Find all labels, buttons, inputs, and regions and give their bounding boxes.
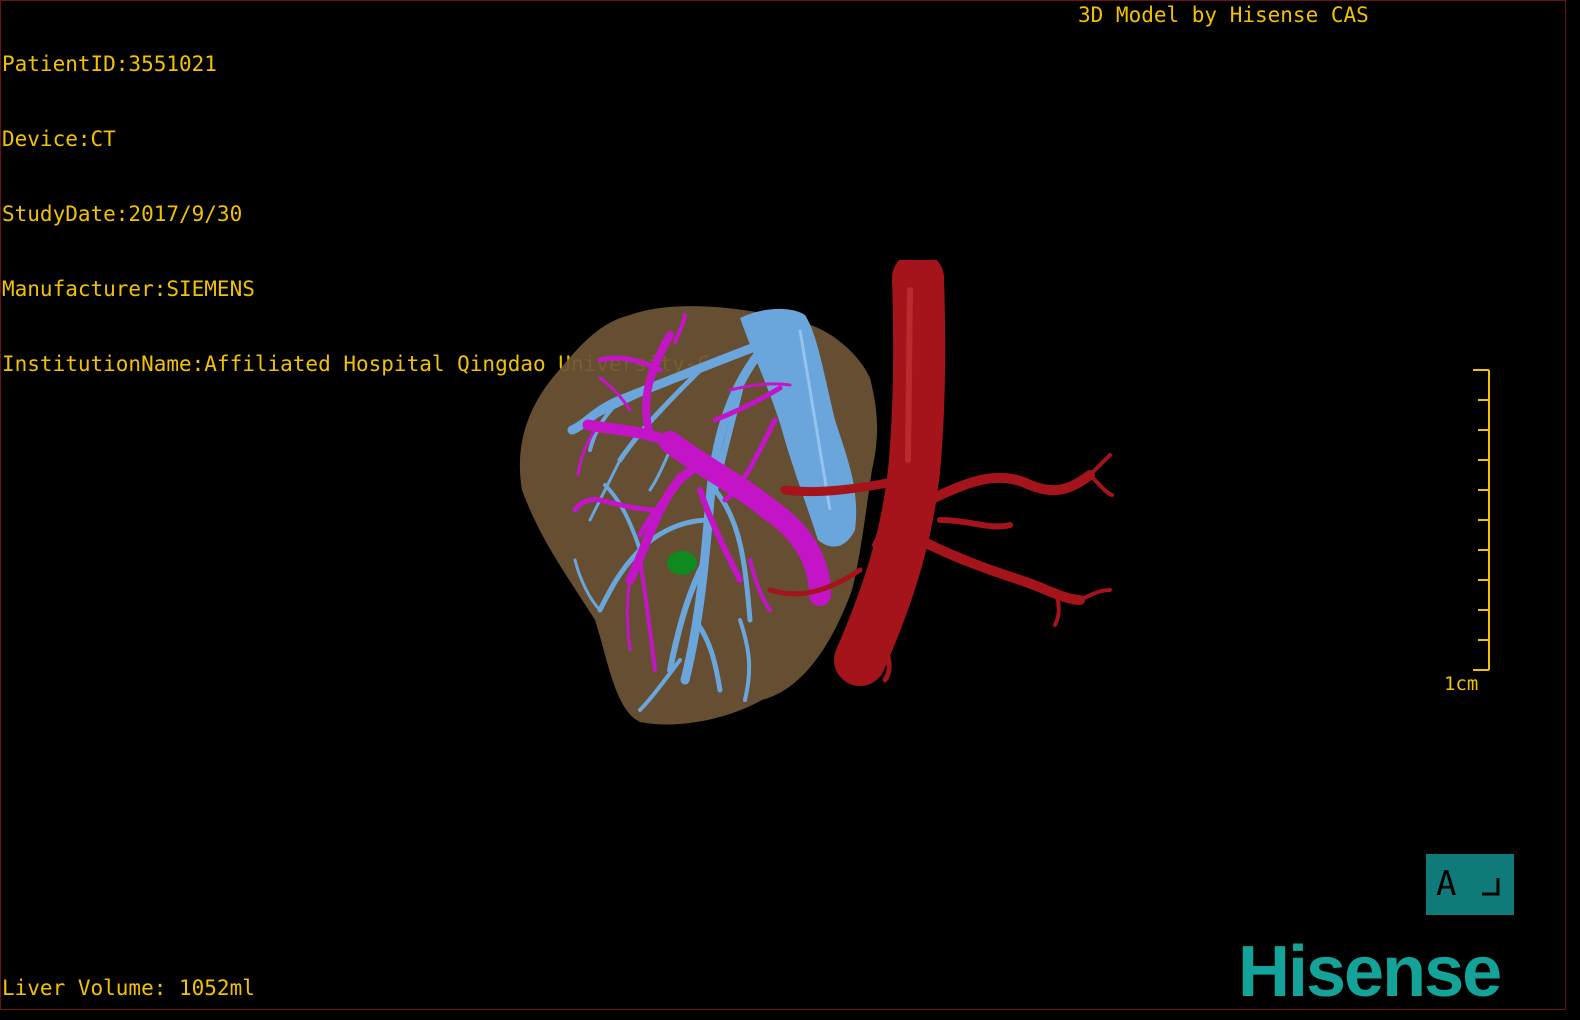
scale-label: 1cm bbox=[1444, 673, 1479, 695]
orientation-cube-button[interactable]: A bbox=[1426, 854, 1514, 915]
liver-volume-text: Liver Volume: 1052ml bbox=[2, 976, 255, 1000]
hisense-logo: Hisense bbox=[1238, 932, 1502, 1012]
orientation-axis-icon bbox=[1482, 878, 1500, 896]
orientation-letter: A bbox=[1436, 864, 1457, 904]
scale-bar bbox=[1473, 369, 1490, 671]
study-date-text: StudyDate:2017/9/30 bbox=[2, 202, 243, 226]
patient-id-text: PatientID:3551021 bbox=[2, 52, 217, 76]
3d-liver-model-viewport[interactable] bbox=[500, 260, 1140, 750]
device-text: Device:CT bbox=[2, 127, 116, 151]
tumor-lesion bbox=[667, 551, 697, 575]
model-credit: 3D Model by Hisense CAS bbox=[1078, 3, 1369, 27]
